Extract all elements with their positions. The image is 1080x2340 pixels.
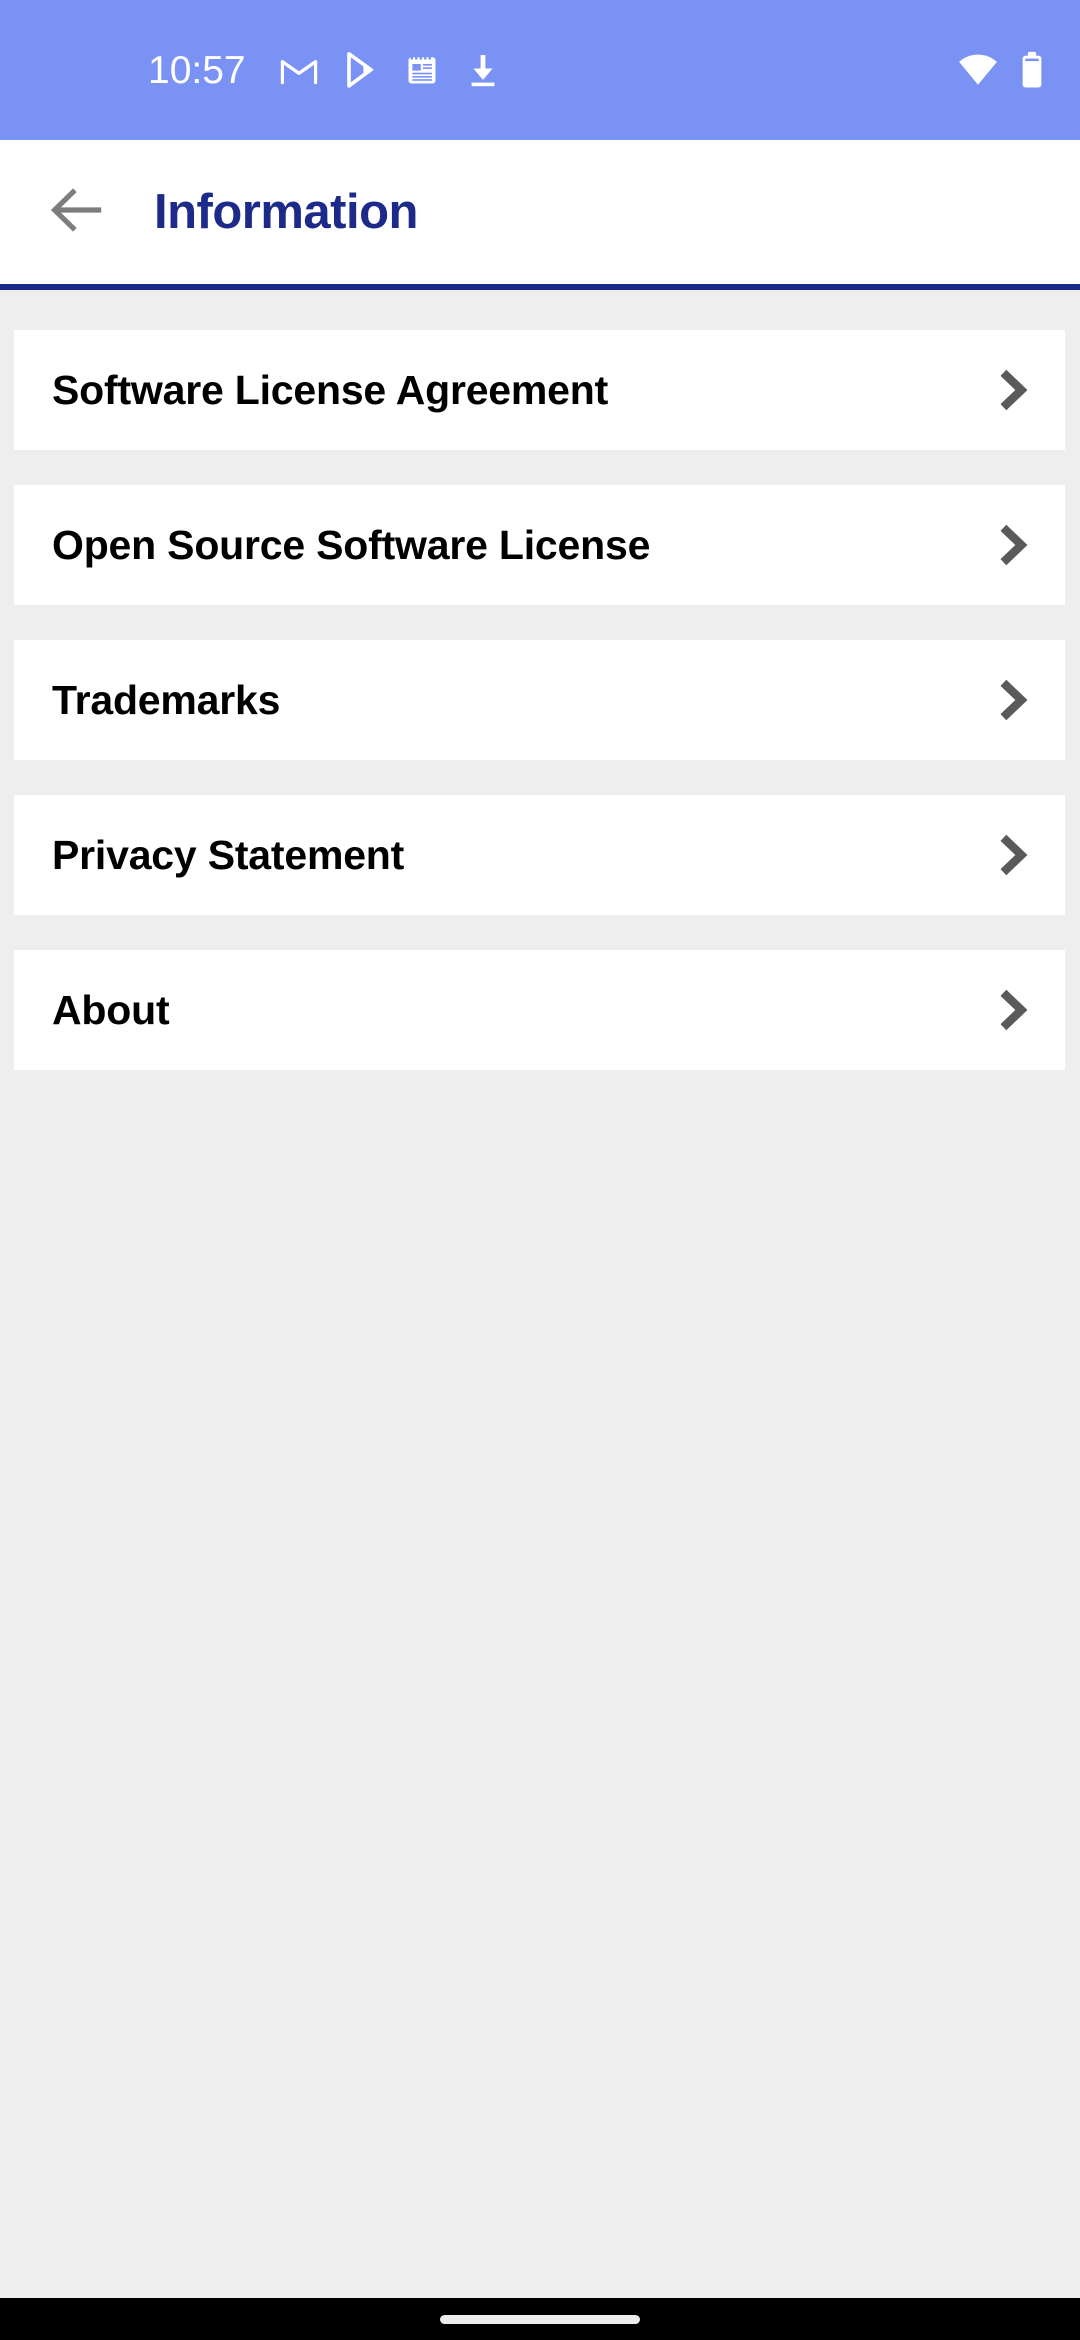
gmail-icon <box>280 55 318 85</box>
chevron-right-icon <box>991 368 1035 412</box>
list-item-label: About <box>52 986 170 1033</box>
list-item-privacy-statement[interactable]: Privacy Statement <box>14 795 1065 915</box>
battery-icon <box>1020 51 1044 89</box>
information-list: Software License Agreement Open Source S… <box>0 290 1080 1070</box>
app-bar: Information <box>0 140 1080 290</box>
list-item-open-source-software-license[interactable]: Open Source Software License <box>14 485 1065 605</box>
list-item-software-license-agreement[interactable]: Software License Agreement <box>14 330 1065 450</box>
list-item-label: Open Source Software License <box>52 521 651 568</box>
chevron-right-icon <box>991 833 1035 877</box>
chevron-right-icon <box>991 678 1035 722</box>
back-button[interactable] <box>22 157 132 267</box>
status-bar-right-group <box>958 51 1044 89</box>
status-bar-left-group: 10:57 <box>148 51 500 90</box>
chevron-right-icon <box>991 523 1035 567</box>
chevron-right-icon <box>991 988 1035 1032</box>
status-bar-clock: 10:57 <box>148 48 246 92</box>
play-store-icon <box>344 52 378 88</box>
notes-icon <box>404 52 440 88</box>
list-item-about[interactable]: About <box>14 950 1065 1070</box>
page-title: Information <box>154 185 418 239</box>
home-gesture-pill[interactable] <box>440 2314 640 2324</box>
list-item-label: Privacy Statement <box>52 831 405 878</box>
wifi-icon <box>958 54 998 86</box>
status-bar: 10:57 <box>0 0 1080 140</box>
system-navigation-bar <box>0 2298 1080 2340</box>
list-item-trademarks[interactable]: Trademarks <box>14 640 1065 760</box>
list-item-label: Software License Agreement <box>52 366 609 413</box>
list-item-label: Trademarks <box>52 676 281 723</box>
back-arrow-icon <box>50 187 104 238</box>
download-icon <box>466 52 500 88</box>
